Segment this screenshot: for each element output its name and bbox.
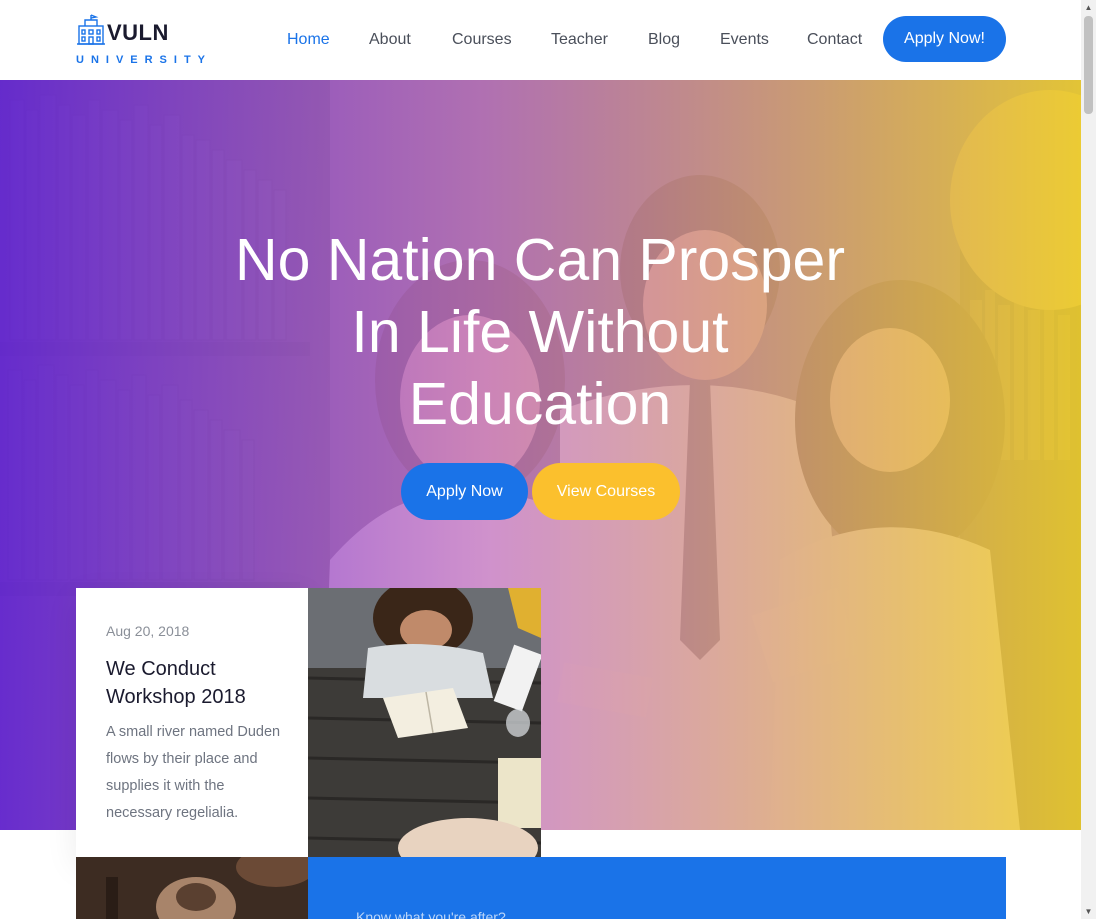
event-card[interactable]: Aug 20, 2018 We Conduct Workshop 2018 A … — [76, 588, 308, 857]
site-header: VULN UNIVERSITY Home About Courses Teach… — [0, 0, 1081, 80]
hero-title: No Nation Can Prosper In Life Without Ed… — [190, 224, 890, 440]
nav-contact[interactable]: Contact — [807, 31, 862, 49]
event-photo — [308, 588, 541, 857]
lower-photo — [76, 857, 308, 919]
nav-courses[interactable]: Courses — [452, 31, 512, 49]
view-courses-button[interactable]: View Courses — [532, 463, 680, 520]
scrollbar-thumb[interactable] — [1084, 16, 1093, 114]
hero-title-line-3: Education — [408, 371, 672, 437]
event-description: A small river named Duden flows by their… — [106, 724, 281, 821]
scroll-down-arrow-icon[interactable]: ▼ — [1081, 904, 1096, 919]
apply-now-button[interactable]: Apply Now — [401, 463, 528, 520]
event-title[interactable]: We Conduct Workshop 2018 — [106, 655, 296, 711]
hero-title-line-2: In Life Without — [351, 299, 729, 365]
nav-about[interactable]: About — [369, 31, 411, 49]
apply-now-header-button[interactable]: Apply Now! — [883, 16, 1006, 62]
nav-events[interactable]: Events — [720, 31, 769, 49]
university-building-icon — [77, 14, 105, 45]
nav-blog[interactable]: Blog — [648, 31, 680, 49]
site-logo[interactable]: VULN UNIVERSITY — [75, 14, 205, 66]
event-date: Aug 20, 2018 — [106, 623, 190, 639]
nav-home[interactable]: Home — [287, 31, 330, 49]
logo-name: VULN — [107, 20, 169, 45]
hero-title-line-1: No Nation Can Prosper — [235, 227, 845, 293]
info-banner-text: Know what you're after? — [356, 909, 506, 919]
info-banner: Know what you're after? — [308, 857, 1006, 919]
scroll-up-arrow-icon[interactable]: ▲ — [1081, 0, 1096, 15]
page-scrollbar[interactable]: ▲ ▼ — [1081, 0, 1096, 919]
logo-tagline: UNIVERSITY — [76, 54, 213, 66]
nav-teacher[interactable]: Teacher — [551, 31, 608, 49]
